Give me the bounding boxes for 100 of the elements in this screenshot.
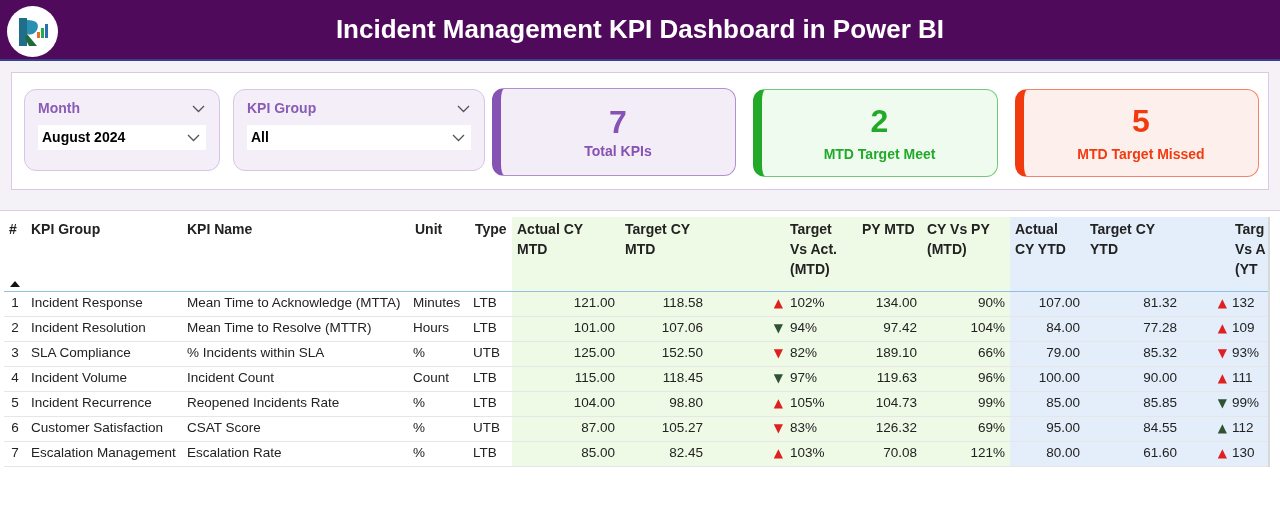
table-cell: 107.00 bbox=[1010, 291, 1085, 316]
table-cell: 101.00 bbox=[512, 316, 620, 341]
table-cell: % bbox=[410, 341, 470, 366]
logo-icon bbox=[7, 6, 58, 57]
column-header[interactable]: Unit bbox=[415, 219, 465, 239]
table-cell: 4 bbox=[4, 366, 26, 391]
table-cell: 132 bbox=[1230, 291, 1268, 316]
table-cell: UTB bbox=[470, 416, 512, 441]
table-cell: Mean Time to Resolve (MTTR) bbox=[182, 316, 410, 341]
table-cell: 3 bbox=[4, 341, 26, 366]
trend-arrow: ▲ bbox=[1217, 371, 1227, 386]
kpi-label: MTD Target Missed bbox=[1077, 144, 1205, 164]
table-cell: 95.00 bbox=[1010, 416, 1085, 441]
table-cell: Escalation Management bbox=[26, 441, 182, 466]
trend-arrow: ▼ bbox=[1217, 346, 1227, 361]
trend-arrow: ▲ bbox=[1217, 321, 1227, 336]
table-cell: Count bbox=[410, 366, 470, 391]
table-cell: 81.32 bbox=[1085, 291, 1182, 316]
kpi-value: 2 bbox=[870, 101, 889, 140]
table-cell: 83% bbox=[785, 416, 857, 441]
table-cell: 130 bbox=[1230, 441, 1268, 466]
table-cell: 90% bbox=[922, 291, 1010, 316]
trend-arrow: ▼ bbox=[773, 371, 783, 386]
table-cell: 2 bbox=[4, 316, 26, 341]
table-cell: 115.00 bbox=[512, 366, 620, 391]
table-cell: 104% bbox=[922, 316, 1010, 341]
table-cell: 105% bbox=[785, 391, 857, 416]
table-cell: 100.00 bbox=[1010, 366, 1085, 391]
table-cell: 94% bbox=[785, 316, 857, 341]
table-cell: 119.63 bbox=[857, 366, 922, 391]
table-cell: 107.06 bbox=[620, 316, 708, 341]
table-cell: LTB bbox=[470, 441, 512, 466]
column-header[interactable]: KPI Name bbox=[187, 219, 405, 239]
kpi-label: MTD Target Meet bbox=[823, 144, 936, 164]
table-cell: Customer Satisfaction bbox=[26, 416, 182, 441]
trend-arrow: ▼ bbox=[773, 321, 783, 336]
table-cell: 103% bbox=[785, 441, 857, 466]
table-cell: 93% bbox=[1230, 341, 1268, 366]
table-cell: 70.08 bbox=[857, 441, 922, 466]
dropdown-field[interactable]: All bbox=[247, 125, 471, 150]
table-cell: Mean Time to Acknowledge (MTTA) bbox=[182, 291, 410, 316]
table-cell: 105.27 bbox=[620, 416, 708, 441]
table-cell: 126.32 bbox=[857, 416, 922, 441]
table-cell: LTB bbox=[470, 391, 512, 416]
table-cell: 5 bbox=[4, 391, 26, 416]
table-cell: Minutes bbox=[410, 291, 470, 316]
chevron-down-icon bbox=[452, 133, 465, 142]
table-cell: 104.73 bbox=[857, 391, 922, 416]
table-cell: 134.00 bbox=[857, 291, 922, 316]
trend-arrow: ▼ bbox=[1217, 396, 1227, 411]
dashboard-title: Incident Management KPI Dashboard in Power BI bbox=[335, 13, 945, 46]
table-cell: 84.00 bbox=[1010, 316, 1085, 341]
table-cell: 82% bbox=[785, 341, 857, 366]
table-cell: 84.55 bbox=[1085, 416, 1182, 441]
table-cell: SLA Compliance bbox=[26, 341, 182, 366]
table-cell: 96% bbox=[922, 366, 1010, 391]
table-cell: 6 bbox=[4, 416, 26, 441]
trend-arrow: ▼ bbox=[773, 346, 783, 361]
table-cell: % bbox=[410, 391, 470, 416]
table-cell: 111 bbox=[1230, 366, 1268, 391]
table-cell: Incident Response bbox=[26, 291, 182, 316]
dropdown-field[interactable]: August 2024 bbox=[38, 125, 206, 150]
table-cell: Incident Recurrence bbox=[26, 391, 182, 416]
trend-arrow: ▼ bbox=[773, 421, 783, 436]
table-cell: Hours bbox=[410, 316, 470, 341]
trend-arrow: ▲ bbox=[773, 296, 783, 311]
table-cell: 85.00 bbox=[512, 441, 620, 466]
table-cell: LTB bbox=[470, 366, 512, 391]
kpi-value: 7 bbox=[609, 102, 627, 141]
table-cell: LTB bbox=[470, 291, 512, 316]
chevron-down-icon bbox=[192, 104, 205, 113]
table-cell: 97.42 bbox=[857, 316, 922, 341]
table-cell: 7 bbox=[4, 441, 26, 466]
table-cell: 121.00 bbox=[512, 291, 620, 316]
table-cell: 109 bbox=[1230, 316, 1268, 341]
table-cell: 82.45 bbox=[620, 441, 708, 466]
column-header[interactable]: KPI Group bbox=[31, 219, 177, 239]
slicer-title: Month bbox=[38, 99, 80, 118]
table-cell: 1 bbox=[4, 291, 26, 316]
table-cell: 118.45 bbox=[620, 366, 708, 391]
table-cell: 61.60 bbox=[1085, 441, 1182, 466]
table-cell: 97% bbox=[785, 366, 857, 391]
table-cell: 152.50 bbox=[620, 341, 708, 366]
column-header[interactable]: Type bbox=[475, 219, 507, 239]
table-cell: 98.80 bbox=[620, 391, 708, 416]
table-cell: 189.10 bbox=[857, 341, 922, 366]
table-cell: % Incidents within SLA bbox=[182, 341, 410, 366]
chevron-down-icon bbox=[187, 133, 200, 142]
sort-ascending-icon[interactable] bbox=[10, 280, 20, 287]
table-cell: 66% bbox=[922, 341, 1010, 366]
table-cell: 104.00 bbox=[512, 391, 620, 416]
table-cell: 79.00 bbox=[1010, 341, 1085, 366]
table-cell: Incident Count bbox=[182, 366, 410, 391]
column-header[interactable]: # bbox=[9, 219, 21, 239]
kpi-value: 5 bbox=[1132, 101, 1150, 140]
table-cell: LTB bbox=[470, 316, 512, 341]
table-cell: % bbox=[410, 416, 470, 441]
table-cell: 85.85 bbox=[1085, 391, 1182, 416]
table-cell: 125.00 bbox=[512, 341, 620, 366]
table-cell: 87.00 bbox=[512, 416, 620, 441]
